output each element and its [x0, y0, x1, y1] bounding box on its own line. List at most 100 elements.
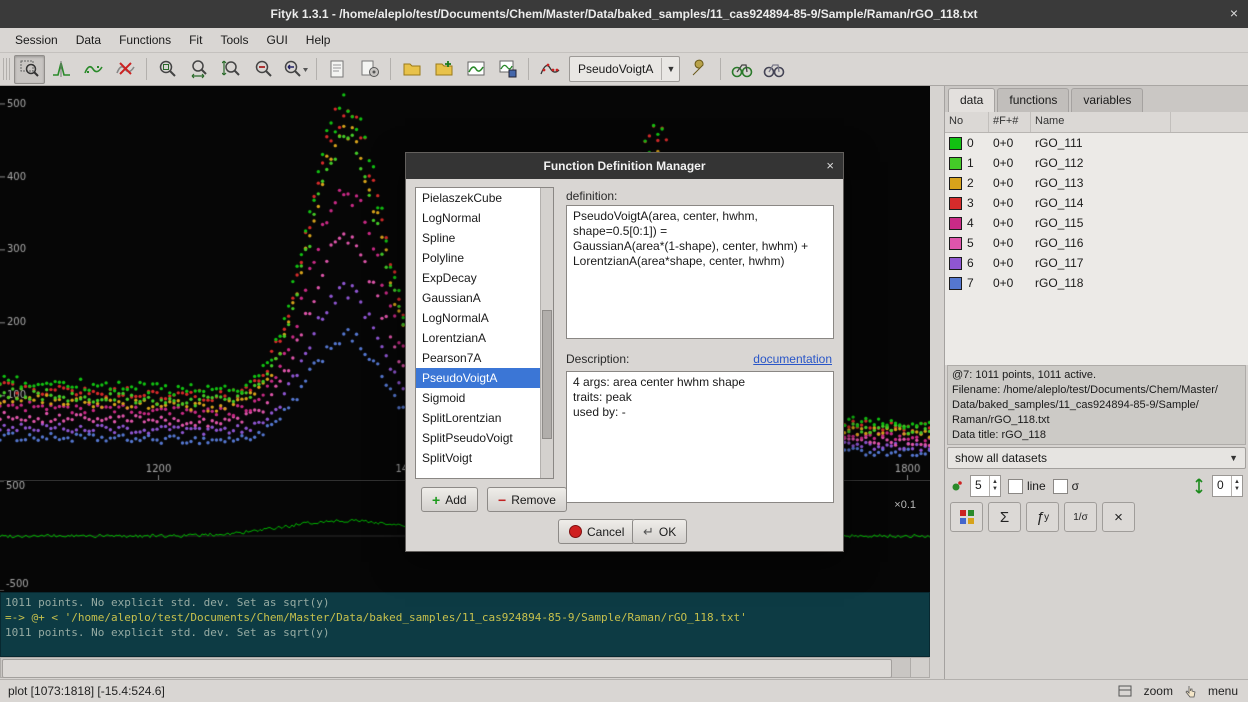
stepper-arrows-icon[interactable]: ▲▼: [1231, 476, 1242, 496]
delete-dataset-button[interactable]: ×: [1102, 502, 1135, 532]
fit-vertically-icon[interactable]: [1193, 478, 1205, 494]
function-list-item[interactable]: PseudoVoigtA: [416, 368, 541, 388]
ok-button[interactable]: ↵ OK: [632, 519, 687, 544]
add-function-button[interactable]: + Add: [421, 487, 478, 512]
tab-data[interactable]: data: [948, 88, 995, 112]
line-checkbox[interactable]: [1008, 479, 1023, 494]
function-list-item[interactable]: ExpDecay: [416, 268, 541, 288]
status-zoom-label[interactable]: zoom: [1144, 684, 1173, 698]
dataset-row[interactable]: 10+0rGO_112: [945, 153, 1248, 173]
dataset-color-swatch: [949, 197, 962, 210]
sum-button[interactable]: Σ: [988, 502, 1021, 532]
window-close-button[interactable]: ×: [1230, 6, 1238, 20]
minus-icon: −: [498, 492, 506, 508]
function-list-item[interactable]: Pearson7A: [416, 348, 541, 368]
function-list-item[interactable]: GaussianA: [416, 288, 541, 308]
activate-data-mode-icon[interactable]: [78, 55, 109, 84]
menu-functions[interactable]: Functions: [110, 29, 180, 51]
sigma-checkbox[interactable]: [1053, 479, 1068, 494]
function-list-item[interactable]: Spline: [416, 228, 541, 248]
menu-help[interactable]: Help: [297, 29, 340, 51]
documentation-link[interactable]: documentation: [753, 352, 832, 366]
scrollbar-thumb[interactable]: [542, 310, 552, 440]
fit-options-icon[interactable]: [758, 55, 789, 84]
dataset-row[interactable]: 30+0rGO_114: [945, 193, 1248, 213]
point-size-stepper[interactable]: 5 ▲▼: [970, 475, 1001, 497]
dataset-color-swatch: [949, 217, 962, 230]
tab-variables[interactable]: variables: [1071, 88, 1143, 112]
run-fit-icon[interactable]: [726, 55, 757, 84]
dialog-close-button[interactable]: ×: [826, 158, 834, 173]
add-peak-mode-icon[interactable]: [46, 55, 77, 84]
dataset-row[interactable]: 40+0rGO_115: [945, 213, 1248, 233]
dialog-titlebar[interactable]: Function Definition Manager ×: [406, 153, 843, 179]
menu-session[interactable]: Session: [6, 29, 67, 51]
function-list-item[interactable]: LogNormalA: [416, 308, 541, 328]
dataset-row[interactable]: 00+0rGO_111: [945, 133, 1248, 153]
dataset-filter-dropdown[interactable]: show all datasets ▼: [947, 447, 1246, 469]
point-size-value: 5: [971, 476, 989, 496]
menu-fit[interactable]: Fit: [180, 29, 211, 51]
dataset-row[interactable]: 50+0rGO_116: [945, 233, 1248, 253]
function-list-item[interactable]: Sigmoid: [416, 388, 541, 408]
dataset-row[interactable]: 70+0rGO_118: [945, 273, 1248, 293]
remove-function-button[interactable]: − Remove: [487, 487, 567, 512]
description-textarea[interactable]: 4 args: area center hwhm shape traits: p…: [566, 371, 834, 503]
function-list-item[interactable]: PielaszekCube: [416, 188, 541, 208]
dataset-colors-button[interactable]: [950, 502, 983, 532]
status-menu-label[interactable]: menu: [1208, 684, 1238, 698]
previous-zoom-icon[interactable]: [280, 55, 311, 84]
toolbar-grip[interactable]: [3, 58, 10, 80]
zoom-all-icon[interactable]: [152, 55, 183, 84]
zoom-out-icon[interactable]: [248, 55, 279, 84]
console-line: =-> @+ < '/home/aleplo/test/Documents/Ch…: [5, 610, 925, 625]
function-type-combobox[interactable]: PseudoVoigtA ▼: [569, 56, 680, 82]
chevron-down-icon: ▼: [661, 58, 679, 80]
function-list-item[interactable]: LogNormal: [416, 208, 541, 228]
dataset-row[interactable]: 20+0rGO_113: [945, 173, 1248, 193]
dataset-color-swatch: [949, 277, 962, 290]
definition-textarea[interactable]: PseudoVoigtA(area, center, hwhm, shape=0…: [566, 205, 834, 339]
column-header-ff[interactable]: #F+#: [989, 112, 1031, 132]
function-names-button[interactable]: ƒy: [1026, 502, 1059, 532]
scrollbar-corner: [910, 658, 929, 677]
guess-peak-icon[interactable]: [534, 55, 565, 84]
y-shift-stepper[interactable]: 0 ▲▼: [1212, 475, 1243, 497]
menu-tools[interactable]: Tools: [211, 29, 257, 51]
zoom-mode-icon[interactable]: [14, 55, 45, 84]
dataset-row[interactable]: 60+0rGO_117: [945, 253, 1248, 273]
function-list-item[interactable]: SplitVoigt: [416, 448, 541, 468]
script-icon[interactable]: [322, 55, 353, 84]
menubar: SessionDataFunctionsFitToolsGUIHelp: [0, 28, 1248, 53]
zoom-vertical-icon[interactable]: [216, 55, 247, 84]
column-header-name[interactable]: Name: [1031, 112, 1171, 132]
save-image-icon[interactable]: [492, 55, 523, 84]
function-type-value: PseudoVoigtA: [578, 62, 653, 76]
function-list-item[interactable]: Polyline: [416, 248, 541, 268]
fityk-window: Fityk 1.3.1 - /home/aleplo/test/Document…: [0, 0, 1248, 702]
cancel-button[interactable]: Cancel: [558, 519, 635, 544]
append-data-icon[interactable]: [428, 55, 459, 84]
open-folder-icon[interactable]: [396, 55, 427, 84]
horizontal-scrollbar[interactable]: [0, 657, 930, 678]
menu-data[interactable]: Data: [67, 29, 110, 51]
auto-add-wrench-icon[interactable]: [684, 55, 715, 84]
dataset-func-count: 0+0: [989, 276, 1031, 290]
disactivate-data-mode-icon[interactable]: [110, 55, 141, 84]
tab-functions[interactable]: functions: [997, 88, 1069, 112]
stepper-arrows-icon[interactable]: ▲▼: [989, 476, 1000, 496]
scrollbar-thumb[interactable]: [2, 659, 892, 678]
std-dev-button[interactable]: 1/σ: [1064, 502, 1097, 532]
function-list-item[interactable]: SplitPseudoVoigt: [416, 428, 541, 448]
dataset-number: 7: [967, 276, 974, 290]
status-config-icon[interactable]: [1118, 685, 1132, 697]
zoom-horizontal-icon[interactable]: [184, 55, 215, 84]
export-image-icon[interactable]: [460, 55, 491, 84]
function-list-item[interactable]: SplitLorentzian: [416, 408, 541, 428]
column-header-no[interactable]: No: [945, 112, 989, 132]
edit-script-icon[interactable]: [354, 55, 385, 84]
sigma-checkbox-label: σ: [1072, 479, 1079, 493]
function-list-item[interactable]: LorentzianA: [416, 328, 541, 348]
menu-gui[interactable]: GUI: [257, 29, 296, 51]
function-list-scrollbar[interactable]: [540, 188, 553, 478]
